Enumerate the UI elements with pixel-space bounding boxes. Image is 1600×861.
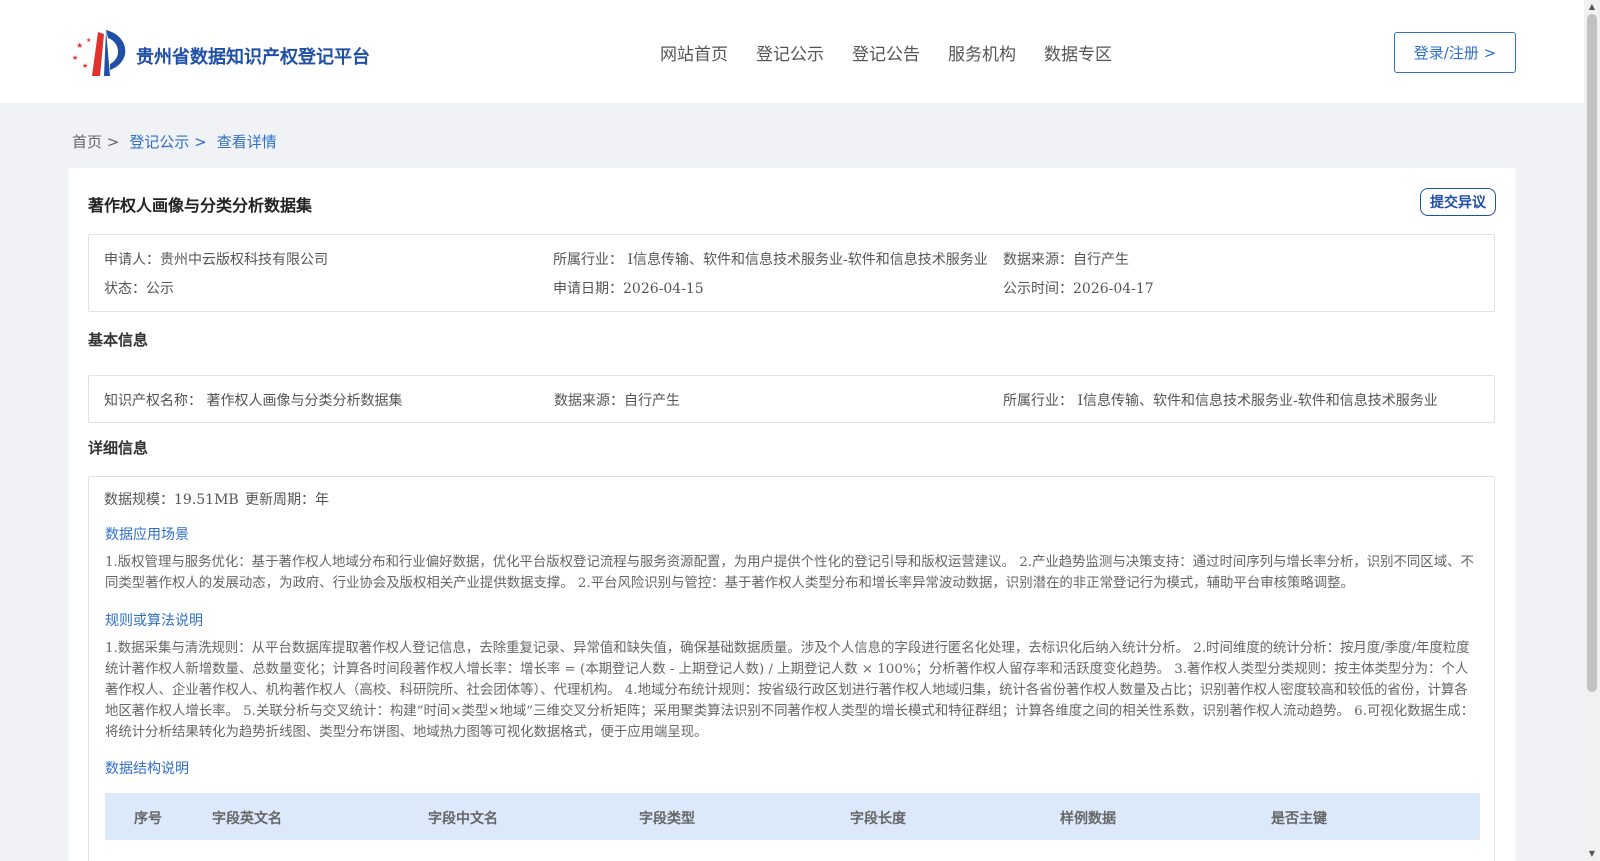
nav-registration-publicity[interactable]: 登记公示 <box>756 40 824 65</box>
basic-industry: 所属行业： I信息传输、软件和信息技术服务业-软件和信息技术服务业 <box>1003 393 1438 409</box>
update-cycle: 更新周期：年 <box>245 492 329 508</box>
page-scrollbar[interactable]: ▲ ▼ <box>1584 0 1600 861</box>
scroll-down-arrow-icon[interactable]: ▼ <box>1584 847 1600 861</box>
rules-text: 1.数据采集与清洗规则：从平台数据库提取著作权人登记信息，去除重复记录、异常值和… <box>105 641 1475 740</box>
scrollbar-thumb[interactable] <box>1587 14 1597 692</box>
basic-data-source: 数据来源：自行产生 <box>554 393 680 409</box>
page-title: 著作权人画像与分类分析数据集 <box>88 196 313 215</box>
industry: 所属行业： I信息传输、软件和信息技术服务业-软件和信息技术服务业 <box>553 252 988 268</box>
platform-name[interactable]: 贵州省数据知识产权登记平台 <box>136 43 370 69</box>
scroll-up-arrow-icon[interactable]: ▲ <box>1584 0 1600 14</box>
structure-table-header: 序号 字段英文名 字段中文名 字段类型 字段长度 样例数据 是否主键 <box>105 793 1480 840</box>
basic-info-box: 知识产权名称： 著作权人画像与分类分析数据集 数据来源：自行产生 所属行业： I… <box>88 375 1495 423</box>
nav-home[interactable]: 网站首页 <box>660 40 728 65</box>
submit-objection-button[interactable]: 提交异议 <box>1420 188 1496 216</box>
site-header: ★ ★ ★ ★ 贵州省数据知识产权登记平台 网站首页 登记公示 登记公告 服务机… <box>0 0 1584 103</box>
breadcrumb-home[interactable]: 首页 > <box>72 131 119 152</box>
nav-registration-announcement[interactable]: 登记公告 <box>852 40 920 65</box>
breadcrumb-current: 查看详情 <box>216 133 277 151</box>
col-field-type: 字段类型 <box>639 811 695 827</box>
detail-info-heading: 详细信息 <box>88 439 149 457</box>
col-field-en: 字段英文名 <box>212 811 282 827</box>
scenario-heading: 数据应用场景 <box>105 527 189 543</box>
detail-info-box: 数据规模：19.51MB 更新周期：年 数据应用场景 1.版权管理与服务优化：基… <box>88 476 1495 861</box>
col-sample-data: 样例数据 <box>1060 811 1116 827</box>
rules-heading: 规则或算法说明 <box>105 613 203 629</box>
applicant: 申请人：贵州中云版权科技有限公司 <box>104 252 328 268</box>
col-field-length: 字段长度 <box>850 811 906 827</box>
nav-data-zone[interactable]: 数据专区 <box>1044 40 1112 65</box>
scenario-text: 1.版权管理与服务优化：基于著作权人地域分布和行业偏好数据，优化平台版权登记流程… <box>105 555 1474 591</box>
data-source: 数据来源：自行产生 <box>1003 252 1129 268</box>
breadcrumb-registration[interactable]: 登记公示 > <box>129 131 206 152</box>
svg-text:★: ★ <box>76 41 83 50</box>
svg-text:★: ★ <box>82 62 88 70</box>
status: 状态：公示 <box>104 281 174 297</box>
svg-text:★: ★ <box>86 37 91 44</box>
ip-name: 知识产权名称： 著作权人画像与分类分析数据集 <box>104 393 403 409</box>
summary-box: 申请人：贵州中云版权科技有限公司 所属行业： I信息传输、软件和信息技术服务业-… <box>88 234 1495 312</box>
basic-info-heading: 基本信息 <box>88 331 149 349</box>
login-register-button[interactable]: 登录/注册 > <box>1394 32 1516 73</box>
data-scale: 数据规模：19.51MB <box>104 492 239 508</box>
apply-date: 申请日期：2026-04-15 <box>553 281 704 297</box>
nav-service-agencies[interactable]: 服务机构 <box>948 40 1016 65</box>
col-primary-key: 是否主键 <box>1271 811 1327 827</box>
structure-heading: 数据结构说明 <box>105 761 189 777</box>
breadcrumb: 首页 > 登记公示 > 查看详情 <box>72 131 277 152</box>
main-nav: 网站首页 登记公示 登记公告 服务机构 数据专区 <box>660 40 1112 65</box>
col-index: 序号 <box>134 811 162 827</box>
platform-logo-icon[interactable]: ★ ★ ★ ★ <box>70 28 130 78</box>
svg-text:★: ★ <box>72 54 78 62</box>
col-field-cn: 字段中文名 <box>428 811 498 827</box>
detail-card: 著作权人画像与分类分析数据集 提交异议 申请人：贵州中云版权科技有限公司 所属行… <box>69 168 1515 861</box>
publish-date: 公示时间：2026-04-17 <box>1003 281 1154 297</box>
